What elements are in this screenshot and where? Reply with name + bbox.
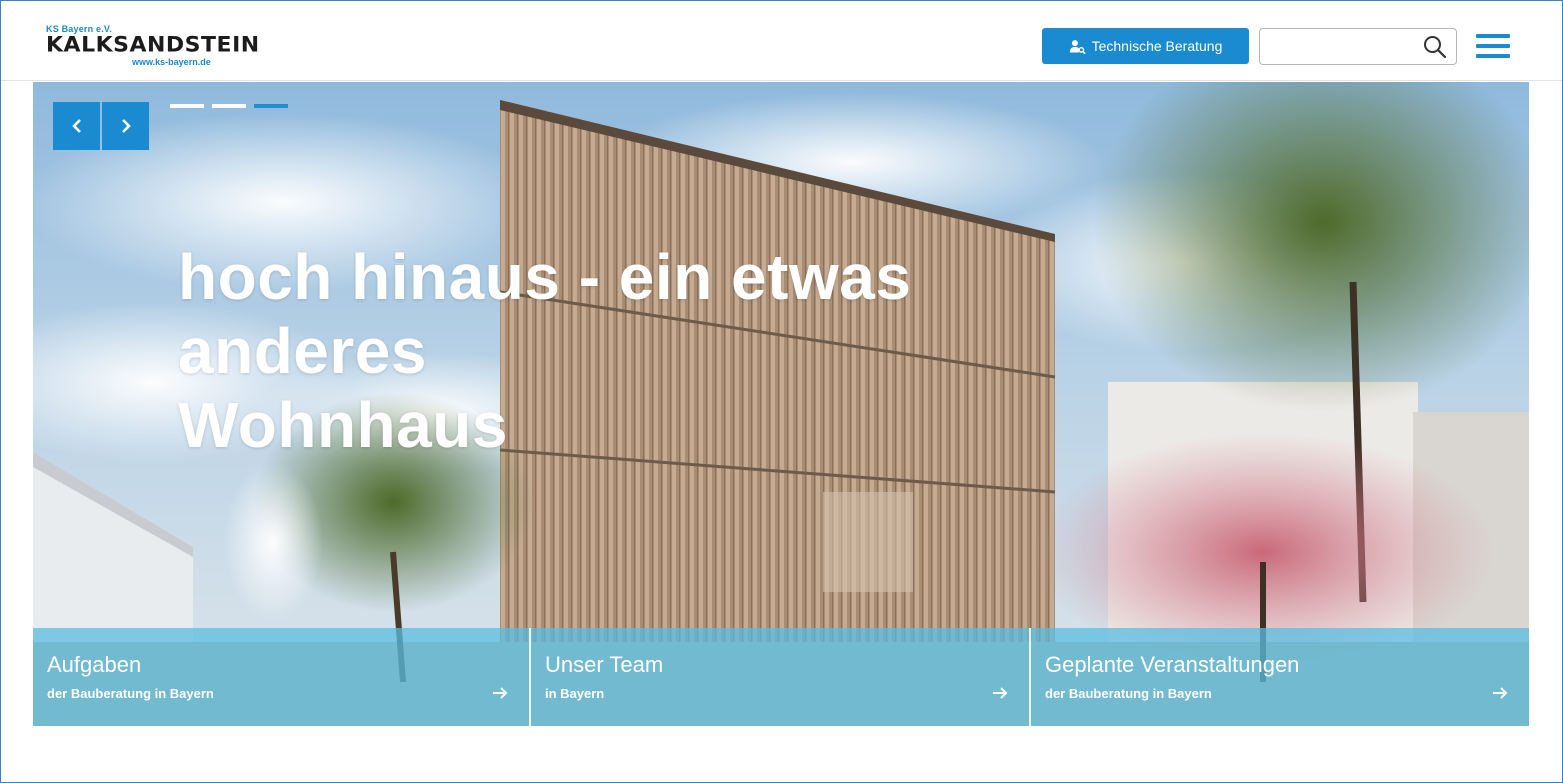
- hero-headline: hoch hinaus - ein etwas anderes Wohnhaus: [178, 240, 1178, 462]
- site-header: KS Bayern e.V. KALKSANDSTEIN www.ks-baye…: [1, 1, 1562, 81]
- hero-slider: hoch hinaus - ein etwas anderes Wohnhaus…: [33, 82, 1529, 726]
- tile-subtitle: in Bayern: [545, 686, 605, 701]
- slide-indicator-3[interactable]: [254, 104, 288, 108]
- arrow-right-icon: [1493, 687, 1508, 699]
- search-input[interactable]: [1268, 35, 1418, 59]
- chevron-left-icon: [71, 119, 81, 133]
- teaser-tiles: Aufgaben der Bauberatung in Bayern Unser…: [33, 628, 1529, 726]
- search-box: [1259, 28, 1457, 65]
- chevron-right-icon: [121, 119, 131, 133]
- technical-consulting-label: Technische Beratung: [1091, 38, 1223, 54]
- tile-subtitle: der Bauberatung in Bayern: [1045, 686, 1212, 701]
- slider-nav: [53, 102, 149, 150]
- slider-next-button[interactable]: [102, 102, 149, 150]
- logo-name: KALKSANDSTEIN: [46, 33, 260, 58]
- technical-consulting-button[interactable]: Technische Beratung: [1042, 28, 1249, 64]
- arrow-right-icon: [993, 687, 1008, 699]
- arrow-right-icon: [493, 687, 508, 699]
- hero-headline-line2: Wohnhaus: [178, 389, 508, 461]
- tile-unser-team[interactable]: Unser Team in Bayern: [529, 628, 1029, 726]
- tile-subtitle: der Bauberatung in Bayern: [47, 686, 214, 701]
- hamburger-menu-icon[interactable]: [1476, 32, 1510, 60]
- hero-headline-line1: hoch hinaus - ein etwas anderes: [178, 241, 912, 387]
- slider-indicators: [170, 104, 288, 108]
- tile-title: Unser Team: [545, 652, 664, 677]
- tile-geplante-veranstaltungen[interactable]: Geplante Veranstaltungen der Bauberatung…: [1029, 628, 1529, 726]
- logo-small-text: KS Bayern e.V.: [46, 24, 113, 34]
- search-icon[interactable]: [1422, 34, 1448, 60]
- tile-title: Aufgaben: [47, 652, 142, 677]
- logo-url: www.ks-bayern.de: [132, 57, 211, 67]
- tile-aufgaben[interactable]: Aufgaben der Bauberatung in Bayern: [33, 628, 529, 726]
- tile-title: Geplante Veranstaltungen: [1045, 652, 1300, 677]
- slide-indicator-2[interactable]: [212, 104, 246, 108]
- site-logo[interactable]: KS Bayern e.V. KALKSANDSTEIN www.ks-baye…: [46, 24, 259, 68]
- slide-indicator-1[interactable]: [170, 104, 204, 108]
- user-search-icon: [1069, 39, 1086, 54]
- slider-prev-button[interactable]: [53, 102, 100, 150]
